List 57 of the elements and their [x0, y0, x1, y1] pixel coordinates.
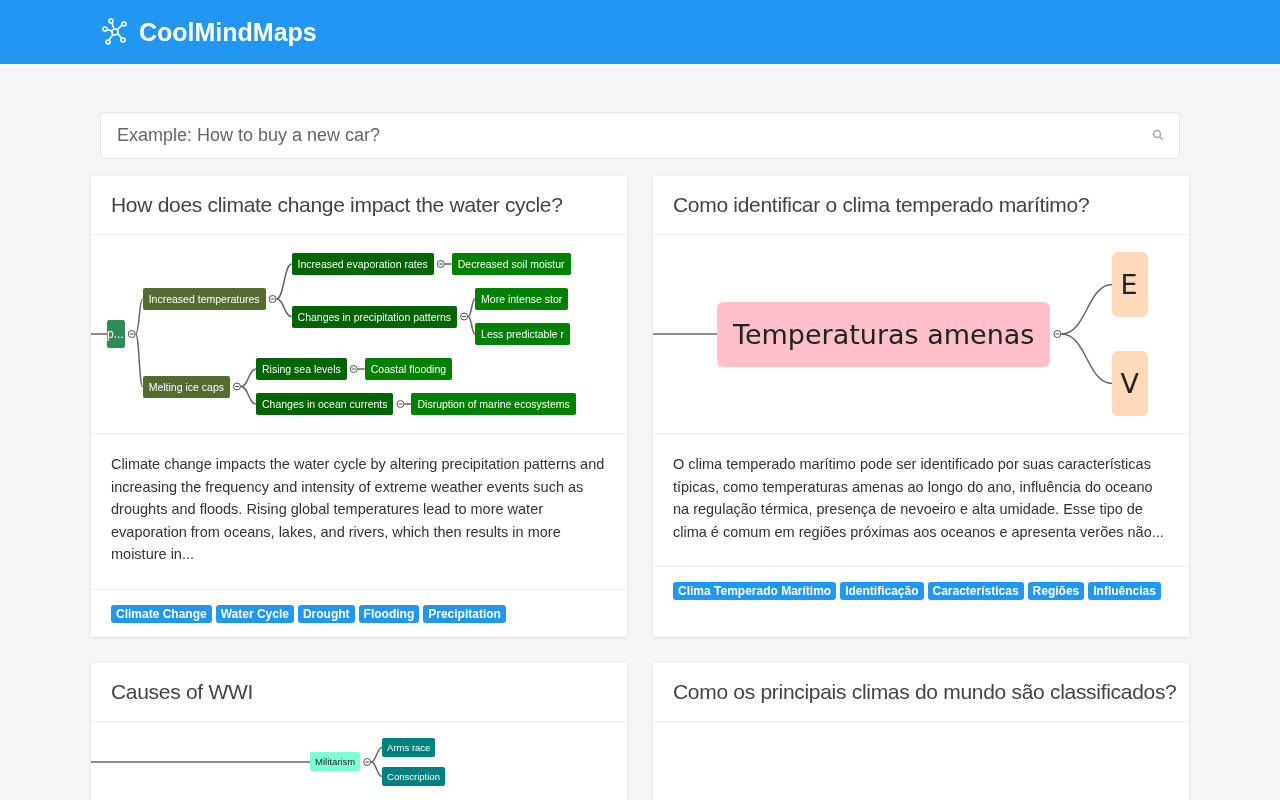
- map-node[interactable]: Increased temperatures: [142, 288, 266, 310]
- tag-link[interactable]: Características: [927, 582, 1024, 601]
- card-description: O clima temperado marítimo pode ser identificado por suas características típicas, como temperaturas amenas ao longo do ano, influência do oceano na regulação térmica, presença de nevoeiro e alta umidade. Esse tipo de clima é comum em regiões próximas aos oceanos e apresenta verões não...: [653, 434, 1189, 568]
- map-node[interactable]: Coastal flooding: [364, 358, 453, 380]
- connector-line: [91, 333, 108, 335]
- map-node[interactable]: Arms race: [382, 737, 436, 757]
- card-title[interactable]: Como identificar o clima temperado marítimo?: [653, 176, 1189, 235]
- collapse-icon[interactable]: [127, 330, 136, 338]
- connector-line: [444, 263, 453, 265]
- map-node[interactable]: Changes in precipitation patterns: [291, 305, 458, 328]
- brand-link[interactable]: CoolMindMaps: [139, 17, 317, 47]
- tag-link[interactable]: Influências: [1088, 582, 1161, 601]
- card-title[interactable]: Causes of WWI: [91, 662, 627, 722]
- tag-link[interactable]: Flooding: [358, 604, 420, 623]
- collapse-icon[interactable]: [233, 382, 241, 391]
- tag-link[interactable]: Regiões: [1027, 582, 1085, 601]
- connector-line: [370, 761, 383, 778]
- map-node[interactable]: Increased evaporation rates: [291, 253, 434, 275]
- search-field[interactable]: Example: How to buy a new car?: [100, 112, 1180, 159]
- map-node[interactable]: More intense stor: [475, 288, 569, 310]
- map-node[interactable]: Less predictable r: [475, 323, 570, 345]
- tag-link[interactable]: Drought: [297, 604, 355, 623]
- connector-line: [370, 746, 383, 763]
- card-title[interactable]: Como os principais climas do mundo são classificados?: [653, 662, 1189, 722]
- map-node[interactable]: Rising sea levels: [256, 358, 347, 380]
- collapse-icon[interactable]: [363, 757, 372, 766]
- map-node[interactable]: Militarism: [310, 752, 361, 772]
- collapse-icon[interactable]: [349, 365, 358, 373]
- connector-line: [467, 298, 476, 318]
- connector-line: [357, 368, 366, 370]
- card-title[interactable]: How does climate change impact the water cycle?: [91, 176, 627, 235]
- connector-line: [467, 315, 476, 335]
- connector-line: [403, 403, 413, 405]
- map-node[interactable]: Decreased soil moistur: [451, 253, 571, 275]
- tag-link[interactable]: Climate Change: [111, 604, 212, 623]
- collapse-icon[interactable]: [436, 260, 445, 268]
- connector-line: [653, 333, 718, 335]
- map-node[interactable]: Conscription: [382, 766, 445, 786]
- map-node[interactable]: Temperaturas amenas: [717, 301, 1051, 367]
- map-node[interactable]: V: [1112, 351, 1149, 416]
- card-description: Climate change impacts the water cycle by altering precipitation patterns and increasing the frequency and intensity of extreme weather events such as droughts and floods. Rising global temperatures lead to more water evaporation from oceans, lakes, and rivers, which then results in more moisture in...: [91, 434, 627, 590]
- map-node[interactable]: E: [1112, 252, 1149, 317]
- tag-link[interactable]: Water Cycle: [215, 604, 294, 623]
- connector-line: [240, 385, 257, 405]
- tag-link[interactable]: Precipitation: [423, 604, 506, 623]
- tag-link[interactable]: Identificação: [840, 582, 924, 601]
- map-node[interactable]: Melting ice caps: [142, 375, 230, 398]
- connector-line: [240, 368, 257, 388]
- tag-link[interactable]: Clima Temperado Marítimo: [673, 582, 837, 601]
- connector-line: [1060, 333, 1114, 385]
- collapse-icon[interactable]: [1053, 330, 1062, 338]
- collapse-icon[interactable]: [396, 400, 405, 408]
- map-node[interactable]: Disruption of marine ecosystems: [411, 393, 576, 415]
- map-node[interactable]: Changes in ocean currents: [256, 393, 394, 415]
- map-node[interactable]: p...: [107, 320, 125, 348]
- collapse-icon[interactable]: [268, 295, 277, 303]
- collapse-icon[interactable]: [460, 312, 469, 321]
